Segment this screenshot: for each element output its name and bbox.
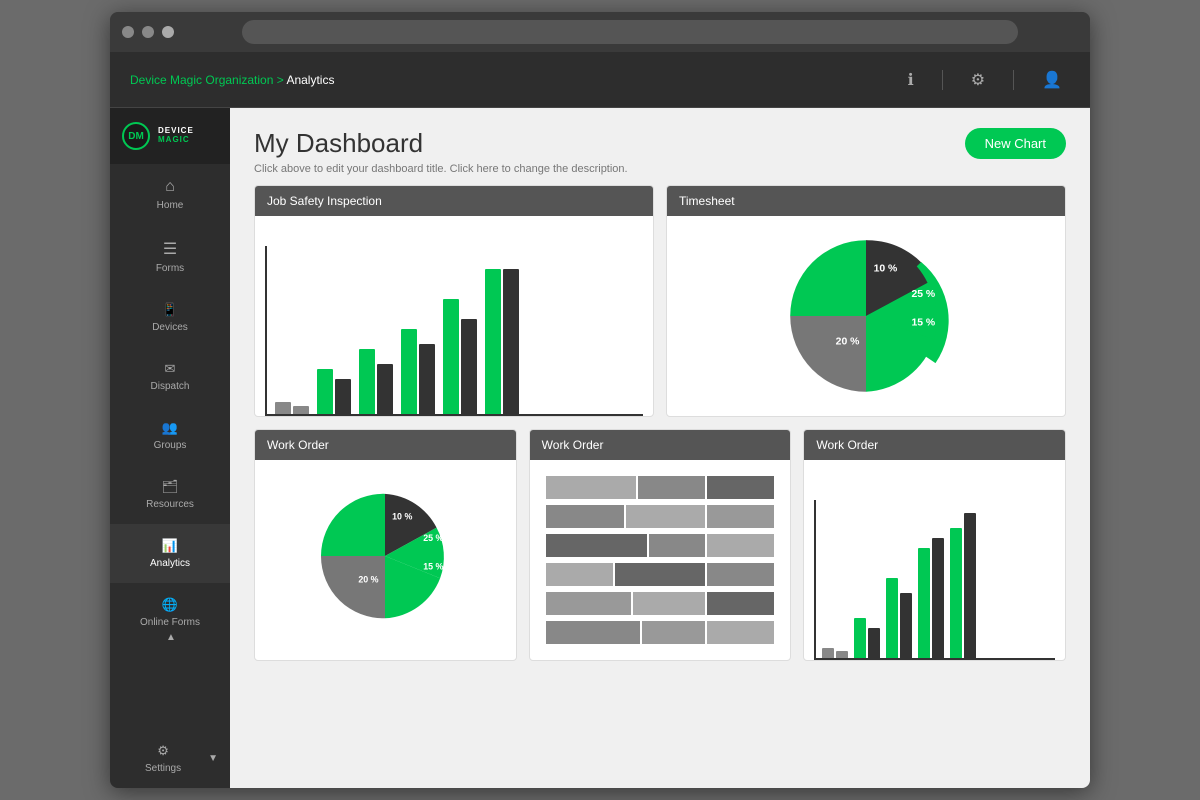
dispatch-icon: ✉ bbox=[165, 361, 176, 377]
pie-label-25: 25 % bbox=[911, 289, 935, 300]
forms-icon: ☰ bbox=[163, 239, 177, 259]
sidebar-item-online-forms[interactable]: 🌐 Online Forms ▲ bbox=[110, 583, 230, 657]
devices-icon: 📱 bbox=[162, 302, 178, 318]
analytics-icon: 📊 bbox=[162, 538, 178, 554]
pie-label-20: 20 % bbox=[836, 336, 860, 347]
chart-work-order-3-title: Work Order bbox=[804, 430, 1065, 460]
sidebar-item-analytics[interactable]: 📊 Analytics bbox=[110, 524, 230, 583]
new-chart-button[interactable]: New Chart bbox=[965, 128, 1066, 159]
pie-label-10: 10 % bbox=[874, 263, 898, 274]
info-icon[interactable]: ℹ bbox=[900, 66, 922, 94]
resources-icon: 🗂 bbox=[162, 479, 179, 495]
svg-text:25 %: 25 % bbox=[424, 532, 444, 542]
chart-timesheet: Timesheet bbox=[666, 185, 1066, 417]
breadcrumb: Device Magic Organization > Analytics bbox=[130, 73, 334, 87]
header-divider-1 bbox=[942, 70, 943, 90]
logo-icon: DM bbox=[122, 122, 150, 150]
sidebar-item-label: Dispatch bbox=[151, 381, 190, 392]
dashboard-title[interactable]: My Dashboard bbox=[254, 128, 423, 159]
chart-work-order-1: Work Order 25 % 15 % 20 % bbox=[254, 429, 517, 661]
user-icon[interactable]: 👤 bbox=[1034, 66, 1070, 94]
app-header: Device Magic Organization > Analytics ℹ … bbox=[110, 52, 1090, 108]
chart-job-safety-title: Job Safety Inspection bbox=[255, 186, 653, 216]
chart-work-order-2: Work Order bbox=[529, 429, 792, 661]
sidebar-item-label: Devices bbox=[152, 322, 188, 333]
settings-icon[interactable]: ⚙ bbox=[963, 66, 993, 94]
header-divider-2 bbox=[1013, 70, 1014, 90]
online-forms-icon: 🌐 bbox=[162, 597, 178, 613]
timesheet-pie-svg: 25 % 15 % 20 % 10 % bbox=[771, 226, 961, 406]
sidebar-item-devices[interactable]: 📱 Devices bbox=[110, 288, 230, 347]
sidebar-settings-label: Settings bbox=[145, 763, 181, 774]
groups-icon: 👥 bbox=[162, 420, 178, 436]
sidebar-item-label: Analytics bbox=[150, 558, 190, 569]
logo-text-2: MAGIC bbox=[158, 136, 194, 145]
sidebar-item-groups[interactable]: 👥 Groups bbox=[110, 406, 230, 465]
svg-text:15 %: 15 % bbox=[424, 561, 444, 571]
chart-job-safety: Job Safety Inspection bbox=[254, 185, 654, 417]
sidebar-item-home[interactable]: ⌂ Home bbox=[110, 164, 230, 225]
dashboard-description: Click above to edit your dashboard title… bbox=[254, 163, 1066, 175]
sidebar-item-forms[interactable]: ☰ Forms bbox=[110, 225, 230, 288]
svg-text:20 %: 20 % bbox=[359, 574, 379, 584]
pie-label-15: 15 % bbox=[911, 317, 935, 328]
sidebar-item-settings[interactable]: ⚙ Settings ▼ bbox=[110, 729, 230, 788]
sidebar-item-label: Groups bbox=[154, 440, 187, 451]
svg-text:10 %: 10 % bbox=[392, 511, 412, 521]
chart-timesheet-title: Timesheet bbox=[667, 186, 1065, 216]
home-icon: ⌂ bbox=[165, 178, 175, 196]
chart-work-order-3: Work Order bbox=[803, 429, 1066, 661]
logo: DM DEVICE MAGIC bbox=[110, 108, 230, 164]
settings-gear-icon: ⚙ bbox=[157, 743, 169, 759]
sidebar-item-resources[interactable]: 🗂 Resources bbox=[110, 465, 230, 524]
sidebar-item-label: Home bbox=[157, 200, 184, 211]
sidebar-item-label: Online Forms bbox=[140, 617, 200, 628]
chart-work-order-2-title: Work Order bbox=[530, 430, 791, 460]
chart-work-order-1-title: Work Order bbox=[255, 430, 516, 460]
sidebar-item-label: Forms bbox=[156, 263, 184, 274]
sidebar-item-dispatch[interactable]: ✉ Dispatch bbox=[110, 347, 230, 406]
work-order-1-pie-svg: 25 % 15 % 20 % 10 % bbox=[305, 478, 465, 643]
sidebar-item-label: Resources bbox=[146, 499, 194, 510]
main-content: My Dashboard New Chart Click above to ed… bbox=[230, 108, 1090, 788]
sidebar: DM DEVICE MAGIC ⌂ Home ☰ Forms 📱 Devic bbox=[110, 108, 230, 788]
